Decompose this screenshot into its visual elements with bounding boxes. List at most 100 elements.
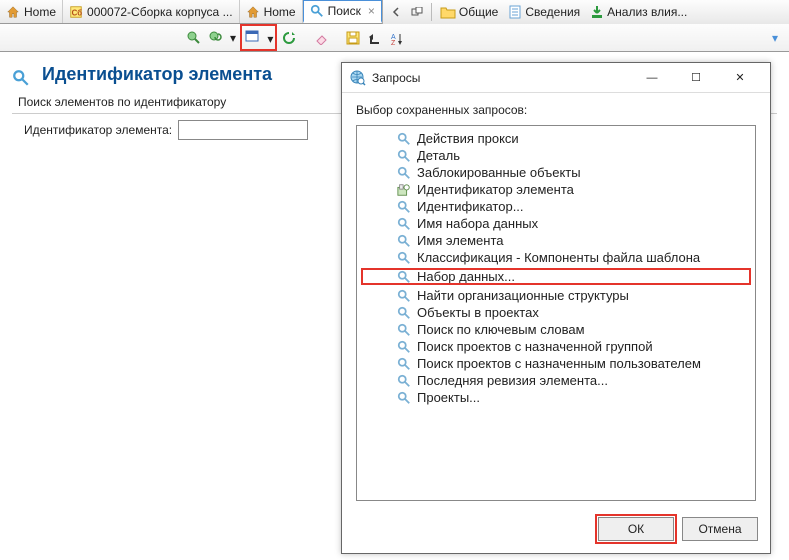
list-item-label: Поиск по ключевым словам [417,322,585,337]
home-icon [246,5,260,19]
list-item[interactable]: Набор данных... [361,268,751,285]
folder-icon [440,5,456,19]
list-item[interactable]: Поиск проектов с назначенной группой [357,338,755,355]
list-item[interactable]: Имя набора данных [357,215,755,232]
ribbon-impact-label: Анализ влия... [607,5,687,19]
list-item-label: Поиск проектов с назначенной группой [417,339,653,354]
eraser-button[interactable] [311,28,331,48]
search-icon [397,166,411,180]
list-item[interactable]: Проекты... [357,389,755,406]
maximize-button[interactable]: ☐ [674,64,718,92]
search-icon [397,234,411,248]
list-item-label: Поиск проектов с назначенным пользовател… [417,356,701,371]
ribbon-details-button[interactable]: Сведения [504,4,584,20]
search-button[interactable] [184,28,204,48]
search-icon [397,149,411,163]
tab-label: Home [264,5,296,19]
list-item[interactable]: Идентификатор... [357,198,755,215]
ok-button[interactable]: ОК [598,517,674,541]
tab-bar: Home Сб 000072-Сборка корпуса ... Home П… [0,0,789,24]
ribbon-general-button[interactable]: Общие [436,4,502,20]
cancel-button[interactable]: Отмена [682,517,758,541]
list-item-label: Деталь [417,148,460,163]
page-title: Идентификатор элемента [42,64,272,85]
sub-toolbar: ▾ ▾ AZ ▾ [0,24,789,52]
panel-prev-button[interactable] [387,6,405,18]
tab-label: 000072-Сборка корпуса ... [87,5,233,19]
svg-text:Сб: Сб [72,8,83,17]
search-icon [310,4,324,18]
field-label: Идентификатор элемента: [24,123,172,137]
ribbon-details-label: Сведения [525,5,580,19]
list-item[interactable]: Последняя ревизия элемента... [357,372,755,389]
sort-button[interactable]: AZ [387,28,407,48]
search-icon [397,306,411,320]
tab-search[interactable]: Поиск × [303,0,382,23]
list-item[interactable]: Действия прокси [357,130,755,147]
ribbon-impact-button[interactable]: Анализ влия... [586,4,691,20]
list-item-label: Действия прокси [417,131,519,146]
close-button[interactable]: ✕ [718,64,762,92]
tab-assembly[interactable]: Сб 000072-Сборка корпуса ... [63,0,240,23]
return-button[interactable] [365,28,385,48]
tab-label: Home [24,5,56,19]
list-item[interactable]: Найти организационные структуры [357,287,755,304]
search-icon [397,217,411,231]
item-id-input[interactable] [178,120,308,140]
queries-dialog: Запросы — ☐ ✕ Выбор сохраненных запросов… [341,62,771,554]
search-icon [397,132,411,146]
dialog-titlebar[interactable]: Запросы — ☐ ✕ [342,63,770,93]
tab-label: Поиск [328,4,361,18]
queries-listbox[interactable]: Действия прокси Деталь Заблокированные объ… [356,125,756,501]
download-icon [590,5,604,19]
item-id-icon [397,183,411,197]
search-icon [397,270,411,284]
search-icon [397,251,411,265]
search-icon [397,289,411,303]
home-icon [6,5,20,19]
svg-text:Z: Z [391,40,396,45]
panel-dropdown-button[interactable]: ▾ [765,28,785,48]
list-item-label: Идентификатор элемента [417,182,574,197]
ribbon-general-label: Общие [459,5,498,19]
list-item-label: Набор данных... [417,269,515,284]
document-icon [508,5,522,19]
minimize-button[interactable]: — [630,64,674,92]
list-item[interactable]: Деталь [357,147,755,164]
list-item[interactable]: Поиск проектов с назначенным пользовател… [357,355,755,372]
tab-home-2[interactable]: Home [240,0,303,23]
list-item[interactable]: Классификация - Компоненты файла шаблона [357,249,755,266]
right-toolbar: Общие Сведения Анализ влия... [382,0,789,24]
list-item[interactable]: Заблокированные объекты [357,164,755,181]
list-item[interactable]: Поиск по ключевым словам [357,321,755,338]
close-tab-icon[interactable]: × [368,4,375,18]
list-item-label: Последняя ревизия элемента... [417,373,608,388]
list-item[interactable]: Объекты в проектах [357,304,755,321]
search-icon [397,323,411,337]
search-icon [397,391,411,405]
dropdown-arrow-button[interactable]: ▾ [265,29,275,49]
dialog-prompt: Выбор сохраненных запросов: [356,103,756,117]
assembly-icon: Сб [69,5,83,19]
window-button[interactable] [242,26,262,46]
separator [431,3,432,21]
list-item[interactable]: Имя элемента [357,232,755,249]
search-icon [397,340,411,354]
list-item-label: Классификация - Компоненты файла шаблона [417,250,700,265]
dropdown-arrow-button[interactable]: ▾ [228,28,238,48]
search-icon [397,200,411,214]
list-item-label: Объекты в проектах [417,305,539,320]
list-item-label: Найти организационные структуры [417,288,629,303]
dialog-title-text: Запросы [372,71,420,85]
globe-search-icon [350,70,366,86]
list-item-label: Идентификатор... [417,199,524,214]
save-button[interactable] [343,28,363,48]
search-icon [397,357,411,371]
panel-next-button[interactable] [407,6,427,18]
list-item[interactable]: Идентификатор элемента [357,181,755,198]
search-refresh-button[interactable] [206,28,226,48]
tab-home-1[interactable]: Home [0,0,63,23]
refresh-button[interactable] [279,28,299,48]
list-item-label: Заблокированные объекты [417,165,581,180]
highlighted-tools: ▾ [240,24,277,51]
